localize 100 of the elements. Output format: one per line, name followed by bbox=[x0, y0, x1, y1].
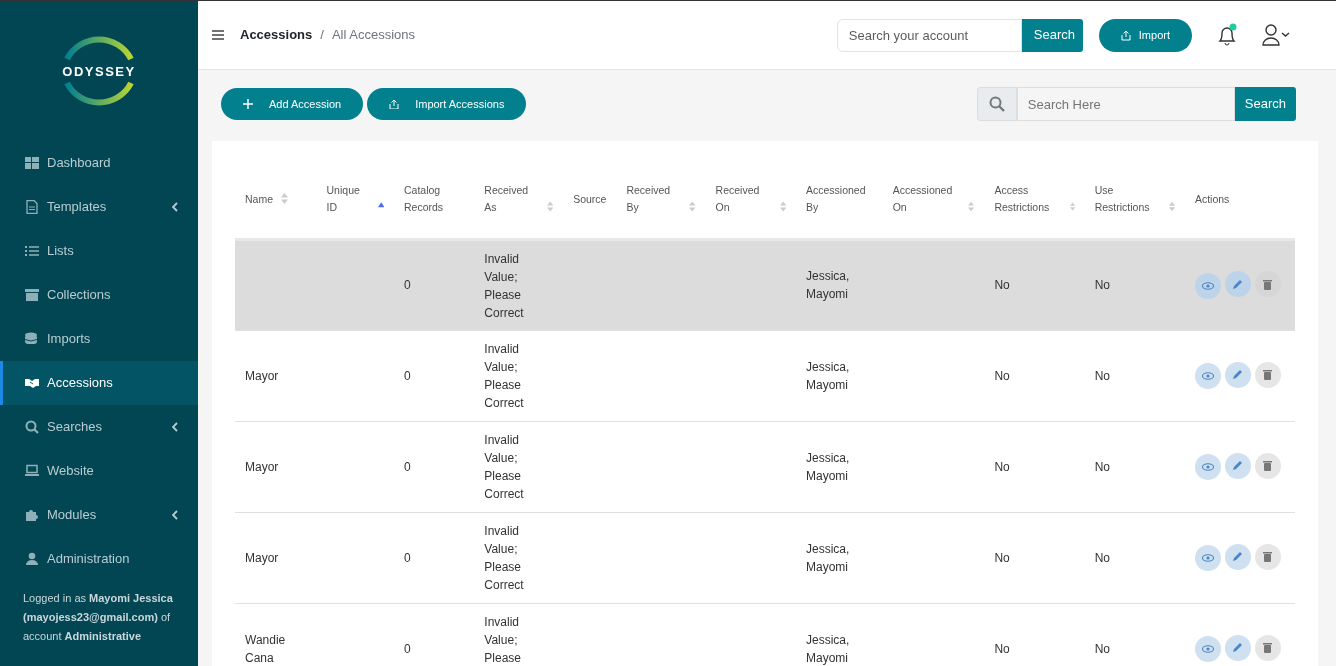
search-icon bbox=[988, 96, 1005, 112]
delete-button[interactable] bbox=[1254, 361, 1281, 388]
logo: ODYSSEY bbox=[57, 29, 141, 113]
table-row[interactable]: Mayor 0 Invalid Value; Please Correct Jessica, Mayomi No No bbox=[235, 512, 1295, 603]
breadcrumb-current: All Accessions bbox=[331, 26, 415, 45]
table-cell-text: No bbox=[994, 367, 1010, 385]
table-cell-text: Invalid Value; Please Correct bbox=[484, 340, 525, 412]
dashboard-icon bbox=[25, 156, 39, 170]
table-cell-text: No bbox=[994, 277, 1010, 294]
table-cell-text: Mayor bbox=[245, 458, 279, 476]
delete-button[interactable] bbox=[1254, 543, 1281, 570]
user-menu-icon[interactable] bbox=[1262, 24, 1290, 46]
table-cell-text: Invalid Value; Please Correct bbox=[484, 431, 525, 503]
table-row[interactable]: Wandie Cana 0 Invalid Value; Please Jessica, Mayomi No No bbox=[235, 603, 1295, 666]
delete-button[interactable] bbox=[1254, 634, 1281, 661]
upload-icon bbox=[1120, 29, 1131, 41]
search-icon bbox=[25, 420, 39, 434]
import-button[interactable]: Import bbox=[1098, 18, 1192, 52]
table-cell-text: No bbox=[994, 640, 1010, 658]
handshake-icon bbox=[25, 376, 39, 390]
edit-button[interactable] bbox=[1224, 271, 1251, 298]
column-header[interactable]: Access Restrictions bbox=[994, 182, 1062, 217]
column-header[interactable]: Unique ID bbox=[326, 182, 370, 217]
add-accession-button[interactable]: Add Accession bbox=[221, 88, 364, 120]
user-icon bbox=[25, 552, 39, 566]
sort-ascending-icon[interactable] bbox=[377, 202, 384, 209]
eye-icon bbox=[1201, 463, 1214, 472]
view-button[interactable] bbox=[1194, 272, 1221, 299]
delete-button[interactable] bbox=[1254, 271, 1281, 298]
login-note: Logged in as Mayomi Jessica (mayojess23@gmail.com) of account Administrative bbox=[22, 591, 174, 644]
table-cell-text: No bbox=[1094, 458, 1110, 476]
view-button[interactable] bbox=[1194, 454, 1221, 481]
sidebar-item[interactable]: Website bbox=[0, 449, 198, 493]
table-cell-text: Jessica, Mayomi bbox=[806, 540, 851, 576]
trash-icon bbox=[1263, 460, 1273, 472]
menu-icon[interactable] bbox=[212, 30, 224, 40]
chevron-icon[interactable] bbox=[172, 510, 178, 520]
column-header[interactable]: Source bbox=[573, 190, 607, 208]
view-button[interactable] bbox=[1194, 363, 1221, 390]
column-header[interactable]: Use Restrictions bbox=[1094, 182, 1161, 217]
sidebar-item[interactable]: Searches bbox=[0, 405, 198, 449]
edit-button[interactable] bbox=[1224, 543, 1251, 570]
table-cell-text: 0 bbox=[404, 458, 411, 476]
sidebar-item[interactable]: Accessions bbox=[0, 361, 198, 405]
column-header[interactable]: Received As bbox=[484, 182, 539, 217]
column-header[interactable]: Catalog Records bbox=[404, 182, 465, 217]
table-row[interactable]: Mayor 0 Invalid Value; Please Correct Jessica, Mayomi No No bbox=[235, 330, 1295, 421]
chevron-icon[interactable] bbox=[172, 202, 178, 212]
plus-icon bbox=[243, 99, 253, 109]
table-cell-text: Wandie Cana bbox=[245, 631, 287, 666]
edit-button[interactable] bbox=[1224, 452, 1251, 479]
breadcrumb-separator: / bbox=[320, 26, 324, 45]
sidebar-item[interactable]: Lists bbox=[0, 229, 198, 273]
table-row[interactable]: Mayor 0 Invalid Value; Please Correct Jessica, Mayomi No No bbox=[235, 421, 1295, 512]
chevron-icon[interactable] bbox=[172, 422, 178, 432]
table-cell-text: Mayor bbox=[245, 367, 279, 385]
column-header[interactable]: Received By bbox=[626, 182, 682, 217]
table-cell-text: Jessica, Mayomi bbox=[806, 449, 851, 485]
document-icon bbox=[25, 200, 39, 214]
import-accessions-button[interactable]: Import Accessions bbox=[367, 88, 527, 120]
delete-button[interactable] bbox=[1254, 452, 1281, 479]
upload-icon bbox=[389, 99, 400, 109]
table-cell-text: 0 bbox=[404, 640, 411, 658]
pencil-icon bbox=[1232, 642, 1244, 654]
sidebar-item[interactable]: Dashboard bbox=[0, 141, 198, 185]
database-icon bbox=[25, 332, 39, 346]
column-header[interactable]: Accessioned On bbox=[892, 182, 961, 217]
search-button[interactable]: Search bbox=[1021, 18, 1083, 52]
table-cell-text: 0 bbox=[404, 549, 411, 567]
table-cell-text: No bbox=[994, 549, 1010, 567]
column-header[interactable]: Actions bbox=[1194, 190, 1230, 208]
table-cell-text: No bbox=[1094, 549, 1110, 567]
edit-button[interactable] bbox=[1224, 361, 1251, 388]
table-cell-text: Jessica, Mayomi bbox=[806, 358, 851, 394]
eye-icon bbox=[1201, 645, 1214, 654]
sidebar-item[interactable]: Collections bbox=[0, 273, 198, 317]
search-button[interactable]: Search bbox=[1234, 87, 1296, 121]
pencil-icon bbox=[1232, 551, 1244, 563]
table-cell-text: Invalid Value; Please Correct bbox=[484, 522, 525, 594]
search-field[interactable]: Search your account bbox=[836, 18, 1022, 52]
column-header[interactable]: Name bbox=[245, 190, 273, 208]
column-header[interactable]: Accessioned By bbox=[806, 182, 873, 217]
breadcrumb-link[interactable]: Accessions bbox=[240, 25, 313, 45]
table-cell-text: Jessica, Mayomi bbox=[806, 268, 851, 303]
column-header[interactable]: Received On bbox=[715, 182, 772, 217]
archive-box-icon bbox=[25, 288, 39, 302]
sidebar-item[interactable]: Administration bbox=[0, 537, 198, 581]
sidebar-item[interactable]: Imports bbox=[0, 317, 198, 361]
table-cell-text: No bbox=[1094, 640, 1110, 658]
pencil-icon bbox=[1232, 278, 1244, 290]
search-field[interactable]: Search Here bbox=[1016, 87, 1235, 121]
edit-button[interactable] bbox=[1224, 634, 1251, 661]
view-button[interactable] bbox=[1194, 545, 1221, 572]
sidebar-item[interactable]: Modules bbox=[0, 493, 198, 537]
sidebar-item[interactable]: Templates bbox=[0, 185, 198, 229]
table-cell-text: 0 bbox=[404, 277, 411, 294]
table-row[interactable]: 0 Invalid Value; Please Correct Jessica, Mayomi No No bbox=[235, 239, 1295, 330]
table-cell-text: No bbox=[994, 458, 1010, 476]
view-button[interactable] bbox=[1194, 636, 1221, 663]
notification-bell-icon[interactable] bbox=[1216, 23, 1238, 47]
